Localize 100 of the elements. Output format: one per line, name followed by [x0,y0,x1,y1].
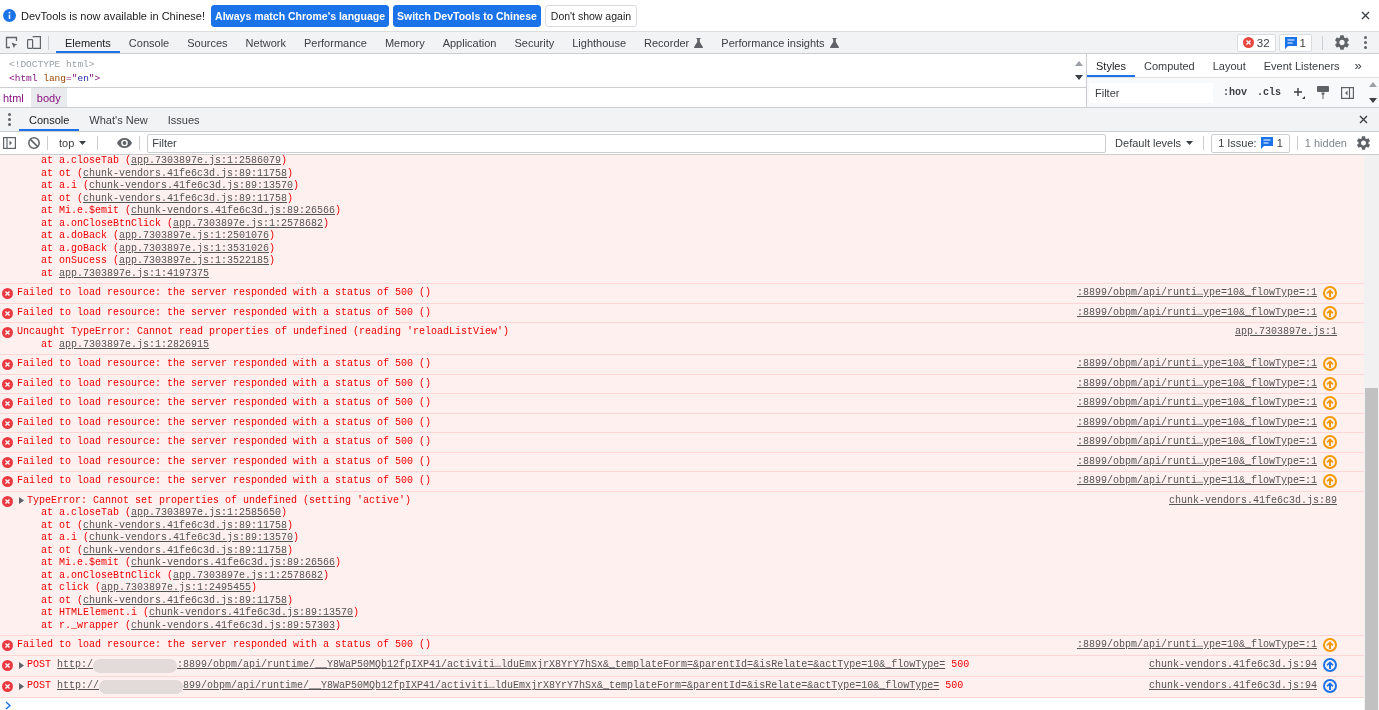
stack-link[interactable]: chunk-vendors.41fe6c3d.js:89:13570 [89,180,294,191]
message-icon [1260,137,1273,149]
styles-filter-field[interactable]: Filter [1089,82,1213,103]
expand-triangle-icon[interactable] [18,662,25,669]
request-url-link[interactable]: :8899/obpm/api/runtime/__Y8WaP50MQb12fpIXP41/activiti…lduEmxjrX8YrY7hSx&_templateForm=&parentId=&isRelate=&actType=10&_flowType= [177,659,946,672]
settings-icon[interactable] [1335,35,1349,50]
source-link[interactable]: :8899/obpm/api/runti…ype=10&_flowType=:1 [1076,416,1317,429]
request-url-link[interactable]: http:// [57,680,100,693]
stack-link[interactable]: chunk-vendors.41fe6c3d.js:89:13570 [89,532,294,543]
device-icon[interactable] [27,36,41,49]
close-icon[interactable] [1359,115,1368,124]
source-link[interactable]: chunk-vendors.41fe6c3d.js:94 [1148,679,1317,692]
stack-link[interactable]: app.7303897e.js:1:2578682 [173,569,324,581]
arrow-circle-icon[interactable] [1323,657,1337,672]
plus-icon[interactable] [1293,86,1306,99]
stack-link[interactable]: chunk-vendors.41fe6c3d.js:89:13570 [149,607,354,618]
stack-link[interactable]: chunk-vendors.41fe6c3d.js:89:11758 [83,594,288,606]
scroll-down-icon[interactable] [1369,98,1377,103]
class-toggle-button[interactable]: .cls [1257,87,1282,98]
source-link[interactable]: :8899/obpm/api/runti…ype=10&_flowType=:1 [1076,639,1317,652]
clear-console-icon[interactable] [28,137,40,149]
scrollbar-thumb[interactable] [1365,388,1378,710]
hover-state-button[interactable]: :hov [1223,87,1247,98]
source-link[interactable]: :8899/obpm/api/runti…ype=10&_flowType=:1 [1076,377,1317,390]
more-options-icon[interactable] [8,113,11,126]
source-link[interactable]: :8899/obpm/api/runti…ype=10&_flowType=:1 [1076,306,1317,319]
stack-link[interactable]: chunk-vendors.41fe6c3d.js:89:26566 [131,557,336,568]
sidebar-toggle-icon[interactable] [1341,86,1355,99]
infobar-button[interactable]: Don't show again [544,4,638,27]
error-icon [2,417,13,429]
expand-triangle-icon[interactable] [18,683,25,690]
scroll-down-icon[interactable] [1075,75,1083,80]
sidebar-toggle-icon[interactable] [3,137,16,149]
stack-link[interactable]: chunk-vendors.41fe6c3d.js:89:26566 [131,205,336,216]
error-icon [2,456,13,468]
source-link[interactable]: app.7303897e.js:1 [1234,326,1337,339]
console-filter-field[interactable]: Filter [147,133,1107,153]
panel-tab[interactable]: Security [505,32,564,53]
drawer-tab[interactable]: What's New [79,108,158,131]
stack-link[interactable]: chunk-vendors.41fe6c3d.js:89:11758 [83,167,288,179]
panel-tab[interactable]: Memory [375,32,434,53]
panel-tab[interactable]: Sources [178,32,237,53]
more-options-icon[interactable] [1364,36,1367,49]
source-link[interactable]: :8899/obpm/api/runti…ype=10&_flowType=:1 [1076,436,1317,449]
expand-triangle-icon[interactable] [18,497,25,505]
more-tabs-button[interactable]: » [1348,54,1368,77]
stack-link[interactable]: chunk-vendors.41fe6c3d.js:89:11758 [83,544,288,556]
issue-count-button[interactable]: 1 [1278,33,1312,52]
arrow-circle-icon[interactable] [1323,678,1337,693]
source-link[interactable]: :8899/obpm/api/runti…ype=10&_flowType=:1 [1076,358,1317,371]
eye-icon[interactable] [117,138,133,148]
settings-icon[interactable] [1357,136,1370,150]
stack-link[interactable]: chunk-vendors.41fe6c3d.js:89:11758 [83,192,288,204]
styles-pane-tab[interactable]: Event Listeners [1254,54,1349,77]
styles-pane-tab[interactable]: Layout [1203,54,1255,77]
source-link[interactable]: :8899/obpm/api/runti…ype=10&_flowType=:1 [1076,455,1317,468]
stack-link[interactable]: app.7303897e.js:1:4197375 [59,267,210,279]
request-url-link[interactable]: http:/ [57,659,94,672]
source-link[interactable]: :8899/obpm/api/runti…ype=10&_flowType=:1 [1076,287,1317,300]
panel-tab[interactable]: Performance [294,32,376,53]
stack-link[interactable]: app.7303897e.js:1:2495455 [101,582,252,593]
log-levels-dropdown[interactable]: Default levels [1112,137,1197,149]
infobar-button[interactable]: Switch DevTools to Chinese [393,4,541,27]
styles-pane-tab[interactable]: Computed [1134,54,1204,77]
stack-link[interactable]: chunk-vendors.41fe6c3d.js:89:11758 [83,519,288,531]
panel-tab[interactable]: Performance insights [712,32,848,53]
panel-tab[interactable]: Lighthouse [563,32,636,53]
stack-link[interactable]: app.7303897e.js:1:2586079 [131,155,282,166]
stack-link[interactable]: app.7303897e.js:1:3522185 [119,255,270,266]
source-link[interactable]: :8899/obpm/api/runti…ype=10&_flowType=:1 [1076,397,1317,410]
stack-link[interactable]: chunk-vendors.41fe6c3d.js:89:57303 [131,619,336,631]
panel-tab[interactable]: Recorder [635,32,713,53]
breadcrumb[interactable]: body [30,88,67,107]
stack-link[interactable]: app.7303897e.js:1:3531026 [119,242,270,254]
request-url-link[interactable]: 899/obpm/api/runtime/__Y8WaP50MQb12fpIXP41/activiti…lduEmxjrX8YrY7hSx&_templateForm=&parentId=&isRelate=&actType=10&_flowType= [183,680,940,693]
error-icon [2,476,13,487]
error-count-button[interactable]: 32 [1236,33,1276,52]
stack-link[interactable]: app.7303897e.js:1:2585650 [131,507,282,518]
stack-link[interactable]: app.7303897e.js:1:2501076 [119,230,270,241]
stack-trace-line: at onSucess (app.7303897e.js:1:3522185) [41,255,276,268]
inspect-icon[interactable] [5,36,18,49]
close-icon[interactable] [1361,11,1370,20]
panel-tab[interactable]: Elements [56,32,120,53]
infobar-button[interactable]: Always match Chrome's language [211,4,389,27]
source-link[interactable]: chunk-vendors.41fe6c3d.js:89 [1168,494,1337,507]
breadcrumb[interactable]: html [1,88,27,107]
issues-button[interactable]: 1 Issue: 1 [1211,133,1290,153]
source-link[interactable]: chunk-vendors.41fe6c3d.js:94 [1148,658,1317,671]
panel-tab[interactable]: Console [119,32,179,53]
panel-tab[interactable]: Application [433,32,506,53]
source-link[interactable]: :8899/obpm/api/runti…ype=11&_flowType=:1 [1076,475,1317,488]
scrollbar-track[interactable] [1364,155,1379,710]
dom-node-line[interactable]: <html lang="en"> [9,72,101,86]
drawer-tab[interactable]: Issues [157,108,210,131]
stack-link[interactable]: app.7303897e.js:1:2578682 [173,217,324,229]
paint-roller-icon[interactable] [1317,86,1330,99]
panel-tab[interactable]: Network [236,32,295,53]
context-dropdown[interactable]: top [55,137,91,149]
stack-link[interactable]: app.7303897e.js:1:2826915 [59,338,210,350]
scroll-up-icon[interactable] [1075,61,1083,66]
